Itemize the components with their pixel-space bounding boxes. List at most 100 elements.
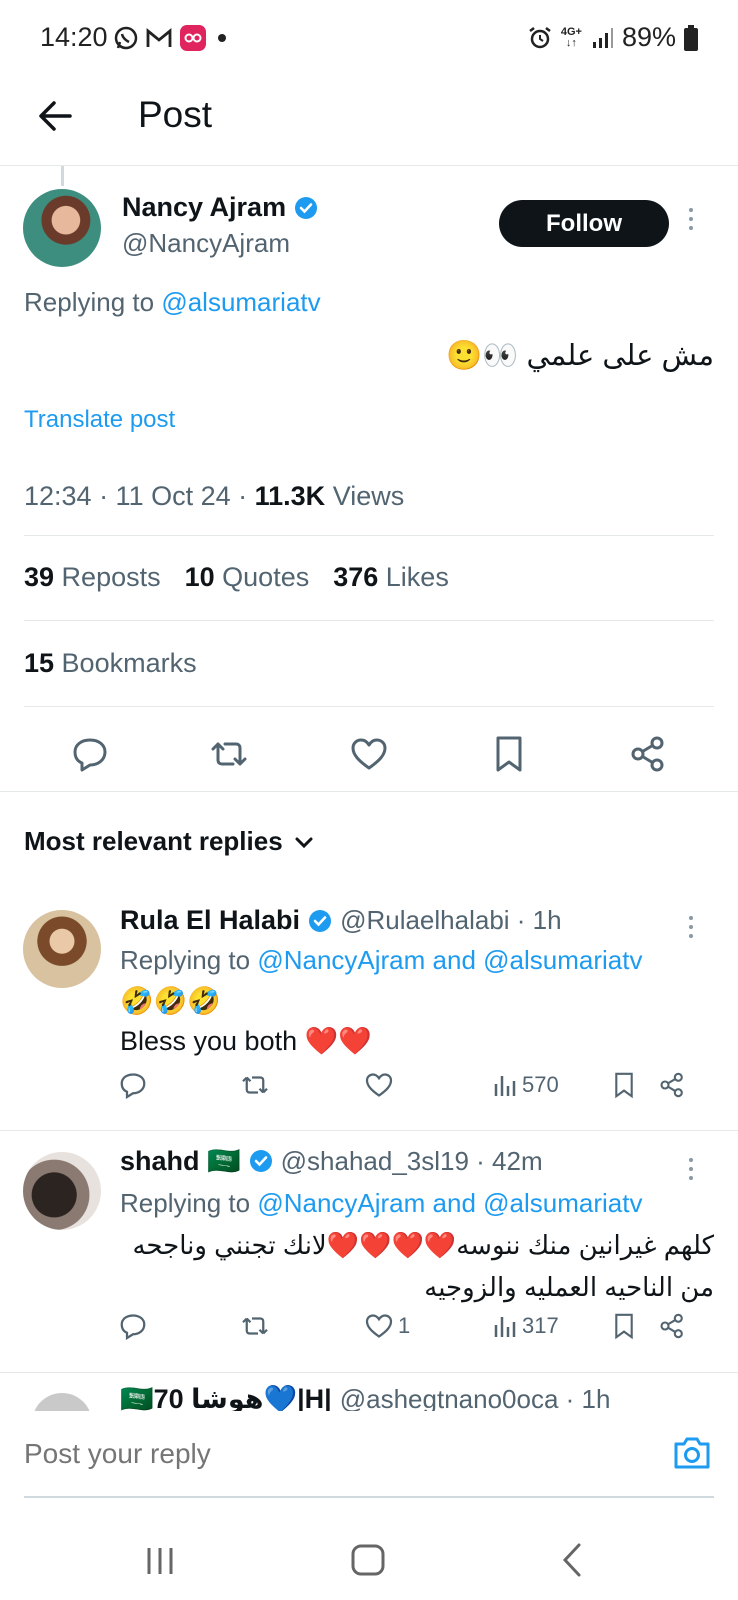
- replying-to: Replying to @NancyAjram and @alsumariatv: [120, 1188, 643, 1218]
- status-right: 4G+ ↓↑ 89%: [527, 22, 698, 53]
- heart-icon: [365, 1073, 393, 1097]
- home-button[interactable]: [348, 1540, 388, 1580]
- camera-icon: [674, 1437, 710, 1469]
- chevron-down-icon: [295, 837, 313, 848]
- signal-icon: [592, 27, 613, 48]
- home-icon: [351, 1544, 385, 1576]
- reply-text-line: من الناحيه العمليه والزوجيه: [424, 1272, 714, 1302]
- page-title: Post: [138, 94, 213, 135]
- reply-header: shahd 🇸🇦 @shahad_3sl19 · 42m: [120, 1145, 543, 1177]
- recent-apps-button[interactable]: [141, 1540, 181, 1580]
- more-options-icon[interactable]: [686, 208, 696, 230]
- post-action-bar: [0, 731, 738, 777]
- reply-icon: [120, 1073, 146, 1100]
- reply-button[interactable]: [118, 1311, 148, 1341]
- whatsapp-icon: [114, 26, 138, 50]
- avatar[interactable]: [32, 1393, 92, 1411]
- bookmark-button[interactable]: [486, 731, 532, 777]
- reply-text-line: كلهم غيرانين منك ننوسه❤️❤️❤️❤️لانك تجنني…: [132, 1230, 714, 1260]
- replying-to: Replying to @NancyAjram and @alsumariatv: [120, 945, 643, 975]
- reply-author-handle[interactable]: @shahad_3sl19 · 42m: [281, 1146, 543, 1177]
- reply-author-name[interactable]: Rula El Halabi: [120, 905, 300, 936]
- share-button[interactable]: [625, 731, 671, 777]
- bookmark-icon: [615, 1313, 633, 1340]
- likes-stat[interactable]: 376 Likes: [333, 562, 449, 593]
- author-handle[interactable]: @NancyAjram: [122, 228, 290, 259]
- replying-to-link[interactable]: @NancyAjram and @alsumariatv: [257, 945, 642, 975]
- verified-badge-icon: [295, 196, 318, 219]
- view-count: 317: [522, 1313, 559, 1338]
- analytics-icon: [494, 1317, 516, 1337]
- reply-composer: [0, 1410, 738, 1500]
- reposts-stat[interactable]: 39 Reposts: [24, 562, 161, 593]
- quotes-stat[interactable]: 10 Quotes: [185, 562, 310, 593]
- bookmark-icon: [615, 1072, 633, 1099]
- replying-to-link[interactable]: @NancyAjram and @alsumariatv: [257, 1188, 642, 1218]
- post-time: 12:34 · 11 Oct 24 ·: [24, 481, 255, 511]
- bookmark-icon: [496, 736, 522, 772]
- battery-level: 89%: [621, 22, 676, 52]
- reply-button[interactable]: [118, 1070, 148, 1100]
- divider: [24, 620, 714, 621]
- divider: [0, 791, 738, 792]
- bookmark-button[interactable]: [610, 1312, 638, 1340]
- system-nav-bar: [0, 1510, 738, 1600]
- thread-line: [61, 166, 64, 186]
- share-button[interactable]: [658, 1071, 686, 1099]
- views-button[interactable]: 570: [492, 1072, 559, 1098]
- avatar[interactable]: [23, 1152, 101, 1230]
- reply-author-name[interactable]: shahd 🇸🇦: [120, 1145, 241, 1177]
- replies-sort-dropdown[interactable]: Most relevant replies: [24, 826, 315, 857]
- engagement-stats: 39 Reposts 10 Quotes 376 Likes: [24, 562, 449, 593]
- verified-badge-icon: [249, 1150, 272, 1172]
- reply-text-line: Bless you both ❤️❤️: [120, 1026, 372, 1056]
- reply-icon: [120, 1314, 146, 1341]
- camera-button[interactable]: [670, 1430, 714, 1474]
- avatar[interactable]: [23, 189, 101, 267]
- reply-header: Rula El Halabi @Rulaelhalabi · 1h: [120, 905, 562, 936]
- divider: [0, 1130, 738, 1131]
- reply-header: 🇸🇦70 هوشا💙|H| @ashegtnano0oca · 1h: [120, 1383, 611, 1412]
- recent-apps-icon: [147, 1548, 173, 1574]
- back-button[interactable]: [34, 94, 78, 138]
- replying-to-link[interactable]: @alsumariatv: [161, 287, 320, 317]
- avatar[interactable]: [23, 910, 101, 988]
- repost-icon: [242, 1076, 268, 1094]
- composer-underline: [24, 1496, 714, 1498]
- bookmark-stats: 15 Bookmarks: [24, 648, 197, 679]
- status-time: 14:20: [40, 22, 108, 52]
- reply-author-name[interactable]: 🇸🇦70 هوشا💙|H|: [120, 1383, 332, 1411]
- repost-icon: [211, 742, 247, 766]
- gmail-icon: [146, 28, 172, 47]
- like-button[interactable]: 1: [364, 1311, 410, 1341]
- app-icon: [180, 25, 206, 51]
- share-icon: [660, 1313, 683, 1339]
- reply-author-handle[interactable]: @Rulaelhalabi · 1h: [340, 905, 562, 936]
- like-button[interactable]: [364, 1070, 398, 1100]
- status-bar: 14:20 4G+ ↓↑ 89%: [0, 0, 738, 76]
- bookmarks-stat[interactable]: 15 Bookmarks: [24, 648, 197, 679]
- translate-post-link[interactable]: Translate post: [24, 406, 175, 434]
- views-count: 11.3K: [254, 481, 326, 511]
- views-button[interactable]: 317: [492, 1313, 559, 1339]
- bookmark-button[interactable]: [610, 1071, 638, 1099]
- author-name[interactable]: Nancy Ajram: [122, 192, 286, 223]
- more-options-icon[interactable]: [686, 1158, 696, 1180]
- like-button[interactable]: [346, 731, 392, 777]
- repost-button[interactable]: [240, 1311, 270, 1341]
- heart-icon: [365, 1314, 393, 1338]
- share-button[interactable]: [658, 1312, 686, 1340]
- repost-button[interactable]: [240, 1070, 270, 1100]
- reply-author-handle[interactable]: @ashegtnano0oca · 1h: [340, 1384, 611, 1412]
- more-options-icon[interactable]: [686, 916, 696, 938]
- back-nav-button[interactable]: [553, 1540, 593, 1580]
- follow-button[interactable]: Follow: [499, 200, 669, 247]
- dot-icon: [218, 34, 226, 42]
- reply-input[interactable]: [24, 1438, 524, 1470]
- repost-button[interactable]: [206, 731, 252, 777]
- replying-to: Replying to @alsumariatv: [24, 287, 321, 317]
- arrow-left-icon: [39, 101, 72, 131]
- reply-button[interactable]: [67, 731, 113, 777]
- post-text: مش على علمي 👀🙂: [446, 340, 714, 372]
- divider: [24, 535, 714, 536]
